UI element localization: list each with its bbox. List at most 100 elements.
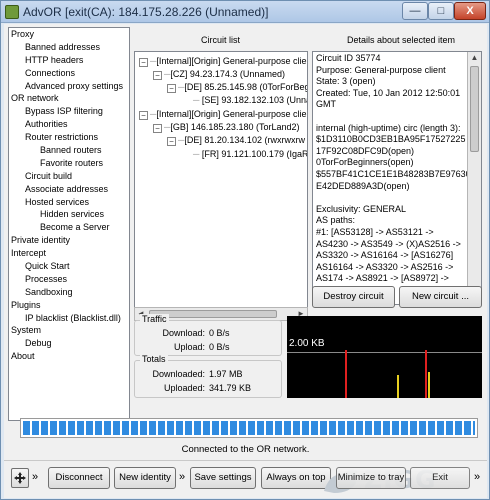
details-header: Details about selected item	[347, 35, 456, 45]
nav-item[interactable]: Authorities	[9, 118, 129, 131]
circuit-node-label: [CZ] 94.23.174.3 (Unnamed)	[170, 69, 285, 79]
upload-value: 0 B/s	[209, 342, 230, 352]
new-circuit-button[interactable]: New circuit ...	[399, 286, 482, 308]
nav-item[interactable]: About	[9, 350, 129, 363]
upload-spike	[397, 375, 399, 398]
details-panel: Circuit ID 35774 Purpose: General-purpose…	[312, 51, 482, 305]
download-label: Download:	[162, 328, 205, 338]
window-title: AdvOR [exit(CA): 184.175.28.226 (Unnamed…	[23, 5, 269, 19]
download-value: 0 B/s	[209, 328, 230, 338]
nav-item[interactable]: Private identity	[9, 234, 129, 247]
minimize-button[interactable]: —	[402, 2, 428, 20]
nav-item[interactable]: Hosted services	[9, 196, 129, 209]
circuit-tree-node[interactable]: − ─[DE] 81.20.134.102 (rwxrwxrw	[167, 134, 305, 146]
nav-item[interactable]: OR network	[9, 92, 129, 105]
title-bar[interactable]: AdvOR [exit(CA): 184.175.28.226 (Unnamed…	[1, 1, 489, 23]
traffic-group: Traffic Download: 0 B/s Upload: 0 B/s	[134, 314, 282, 356]
upload-spike	[428, 372, 430, 398]
details-line: 17F92C08DFC9D(open)	[316, 145, 415, 156]
collapse-icon[interactable]: −	[139, 58, 148, 67]
details-line: AS paths:	[316, 215, 356, 226]
nav-item[interactable]: Bypass ISP filtering	[9, 105, 129, 118]
details-line: Circuit ID 35774	[316, 53, 381, 63]
circuit-tree: − ─[Internal][Origin] General-purpose cli…	[134, 51, 308, 321]
nav-item[interactable]: Sandboxing	[9, 286, 129, 299]
circuit-list-header: Circuit list	[201, 35, 241, 45]
more-chevron-icon[interactable]: »	[32, 471, 38, 483]
details-line: AS16164 -> AS3320 -> AS2516 ->	[316, 261, 454, 272]
nav-item[interactable]: Connections	[9, 67, 129, 80]
circuit-tree-node[interactable]: ─ [FR] 91.121.100.179 (IgaRyu	[193, 148, 307, 160]
nav-item[interactable]: Proxy	[9, 28, 129, 41]
download-spike	[425, 350, 427, 398]
details-text: Circuit ID 35774 Purpose: General-purpose…	[316, 53, 471, 285]
nav-item[interactable]: Intercept	[9, 247, 129, 260]
nav-item[interactable]: Circuit build	[9, 170, 129, 183]
app-window: AdvOR [exit(CA): 184.175.28.226 (Unnamed…	[0, 0, 490, 500]
details-line: Exclusivity: GENERAL	[316, 203, 407, 214]
circuit-tree-node[interactable]: ─ [SE] 93.182.132.103 (Unnam	[193, 94, 308, 106]
totals-title: Totals	[140, 354, 168, 364]
more-chevron-icon[interactable]: »	[179, 471, 185, 483]
collapse-icon[interactable]: −	[167, 137, 176, 146]
destroy-circuit-button[interactable]: Destroy circuit	[312, 286, 395, 308]
close-button[interactable]: X	[454, 2, 486, 20]
circuit-node-label: [DE] 85.25.145.98 (0TorForBegin	[184, 82, 308, 92]
details-line: State: 3 (open)	[316, 76, 376, 87]
nav-item[interactable]: Hidden services	[9, 208, 129, 221]
circuit-tree-node[interactable]: − ─[CZ] 94.23.174.3 (Unnamed)	[153, 68, 285, 80]
details-line: GMT	[316, 99, 336, 110]
new-identity-button[interactable]: New identity	[114, 467, 176, 489]
nav-item[interactable]: HTTP headers	[9, 54, 129, 67]
details-line	[316, 192, 466, 204]
disconnect-button[interactable]: Disconnect	[48, 467, 110, 489]
details-line: AS174 -> AS8921 -> [AS8972] ->	[316, 273, 449, 284]
nav-item[interactable]: IP blacklist (Blacklist.dll)	[9, 312, 129, 325]
nav-item[interactable]: Processes	[9, 273, 129, 286]
nav-item[interactable]: Banned addresses	[9, 41, 129, 54]
client-area: Proxy Banned addresses HTTP headers Connect…	[4, 24, 487, 498]
details-line: AS3320 -> AS16164 -> [AS16276]	[316, 250, 454, 261]
uploaded-value: 341.79 KB	[209, 383, 252, 393]
nav-item[interactable]: Associate addresses	[9, 183, 129, 196]
move-arrows-icon[interactable]	[11, 468, 29, 488]
scroll-up-icon[interactable]: ▲	[468, 52, 481, 64]
scroll-thumb[interactable]	[470, 66, 479, 152]
app-icon	[5, 5, 19, 19]
nav-item[interactable]: Quick Start	[9, 260, 129, 273]
details-line: $557BF41C1CE1E1B48283B7E97630	[316, 168, 471, 179]
minimize-to-tray-button[interactable]: Minimize to tray	[336, 467, 406, 489]
nav-item[interactable]: System	[9, 324, 129, 337]
exit-button[interactable]: Exit	[410, 467, 470, 489]
circuit-tree-node[interactable]: − ─[GB] 146.185.23.180 (TorLand2)	[153, 121, 299, 133]
circuit-tree-node[interactable]: − ─[Internal][Origin] General-purpose cli…	[139, 108, 307, 120]
circuit-node-label: [DE] 81.20.134.102 (rwxrwxrw	[184, 135, 305, 145]
progress-fill	[23, 421, 475, 435]
collapse-icon[interactable]: −	[139, 111, 148, 120]
details-line: AS4230 -> AS3549 -> (X)AS2516 ->	[316, 238, 461, 249]
collapse-icon[interactable]: −	[153, 71, 162, 80]
collapse-icon[interactable]: −	[153, 124, 162, 133]
nav-item[interactable]: Plugins	[9, 299, 129, 312]
circuit-node-label: [GB] 146.185.23.180 (TorLand2)	[170, 122, 300, 132]
save-settings-button[interactable]: Save settings	[190, 467, 256, 489]
collapse-icon[interactable]: −	[167, 84, 176, 93]
nav-item[interactable]: Banned routers	[9, 144, 129, 157]
nav-item[interactable]: Debug	[9, 337, 129, 350]
details-vscrollbar[interactable]: ▲ ▼	[467, 52, 481, 304]
circuit-tree-node[interactable]: − ─[Internal][Origin] General-purpose cli…	[139, 55, 307, 67]
nav-item[interactable]: Favorite routers	[9, 157, 129, 170]
maximize-button[interactable]: □	[428, 2, 454, 20]
downloaded-label: Downloaded:	[152, 369, 205, 379]
nav-item[interactable]: Become a Server	[9, 221, 129, 234]
more-chevron-icon[interactable]: »	[474, 471, 480, 483]
connection-progress-bar	[20, 418, 478, 438]
nav-item[interactable]: Advanced proxy settings	[9, 80, 129, 93]
nav-item[interactable]: Router restrictions	[9, 131, 129, 144]
connection-status: Connected to the OR network.	[181, 444, 310, 455]
details-line: E42DED889A3D(open)	[316, 180, 410, 191]
circuit-node-label: [SE] 93.182.132.103 (Unnam	[201, 95, 308, 105]
circuit-tree-node[interactable]: − ─[DE] 85.25.145.98 (0TorForBegin	[167, 81, 308, 93]
details-line: $1D3110B0CD3EB1BA95F17527225	[316, 134, 466, 145]
details-line: 0TorForBeginners(open)	[316, 157, 414, 168]
